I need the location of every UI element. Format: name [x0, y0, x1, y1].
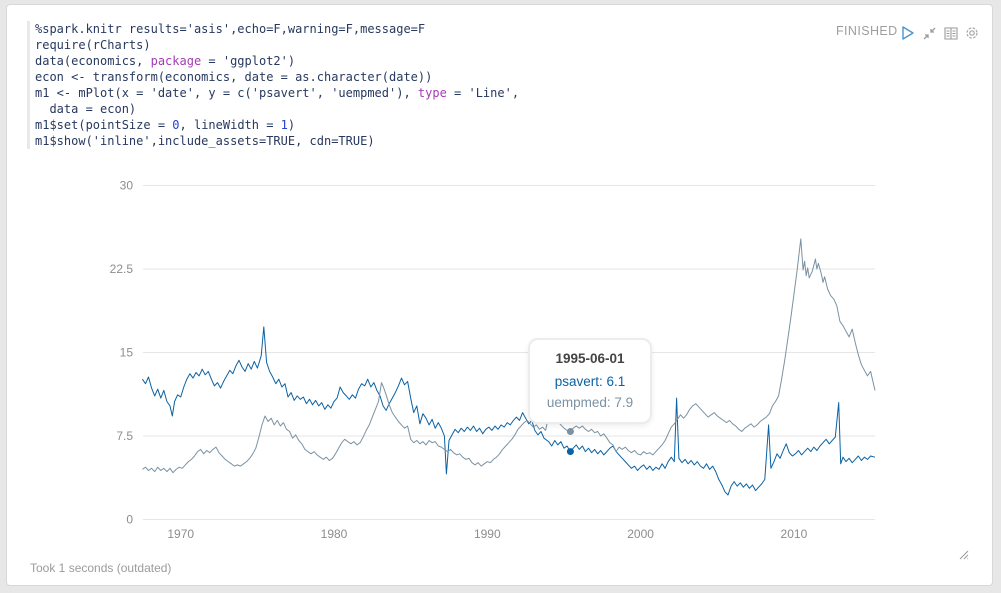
- code-line: data = econ): [35, 101, 675, 117]
- code-line: %spark.knitr results='asis',echo=F,warni…: [35, 21, 675, 37]
- tooltip-date: 1995-06-01: [530, 351, 650, 366]
- x-axis-tick-label: 1970: [167, 527, 194, 541]
- resize-grip-icon: [955, 546, 971, 562]
- y-axis-tick-label: 30: [120, 179, 134, 193]
- y-axis-tick-label: 0: [126, 513, 133, 527]
- x-axis-tick-label: 1990: [474, 527, 501, 541]
- chart-canvas: 30 22.5 15 7.5 0 1970 1980 1990 2000 2010: [20, 172, 920, 557]
- gear-icon: [964, 25, 980, 41]
- book-icon: [943, 26, 959, 41]
- run-paragraph-button[interactable]: [900, 25, 916, 41]
- play-icon: [900, 25, 916, 41]
- code-line: m1$show('inline',include_assets=TRUE, cd…: [35, 133, 675, 149]
- line-chart[interactable]: 30 22.5 15 7.5 0 1970 1980 1990 2000 2010: [20, 172, 920, 557]
- resize-handle[interactable]: [955, 546, 971, 562]
- chart-tooltip: 1995-06-01 psavert: 6.1 uempmed: 7.9: [528, 338, 652, 424]
- tooltip-row-uempmed: uempmed: 7.9: [530, 395, 650, 410]
- y-axis-tick-label: 15: [120, 346, 134, 360]
- hover-dot-psavert: [567, 448, 574, 455]
- execution-status: Took 1 seconds (outdated): [30, 561, 171, 575]
- series-line-uempmed: [142, 239, 875, 473]
- code-line: m1 <- mPlot(x = 'date', y = c('psavert',…: [35, 85, 675, 101]
- code-lines: %spark.knitr results='asis',echo=F,warni…: [35, 21, 675, 149]
- paragraph-settings-button[interactable]: [964, 25, 980, 41]
- code-line: data(economics, package = 'ggplot2'): [35, 53, 675, 69]
- code-editor[interactable]: %spark.knitr results='asis',echo=F,warni…: [27, 21, 675, 149]
- tooltip-row-psavert: psavert: 6.1: [530, 374, 650, 389]
- paragraph-status: FINISHED: [836, 24, 898, 38]
- code-line: require(rCharts): [35, 37, 675, 53]
- compress-arrows-icon: [922, 26, 937, 41]
- y-axis-tick-label: 22.5: [110, 262, 134, 276]
- x-axis-tick-label: 1980: [321, 527, 348, 541]
- x-axis-tick-label: 2000: [627, 527, 654, 541]
- hover-dot-uempmed: [567, 428, 574, 435]
- code-line: m1$set(pointSize = 0, lineWidth = 1): [35, 117, 675, 133]
- y-axis-tick-label: 7.5: [116, 429, 133, 443]
- x-axis-tick-label: 2010: [781, 527, 808, 541]
- code-line: econ <- transform(economics, date = as.c…: [35, 69, 675, 85]
- toggle-editor-button[interactable]: [943, 25, 959, 41]
- shrink-paragraph-button[interactable]: [922, 25, 938, 41]
